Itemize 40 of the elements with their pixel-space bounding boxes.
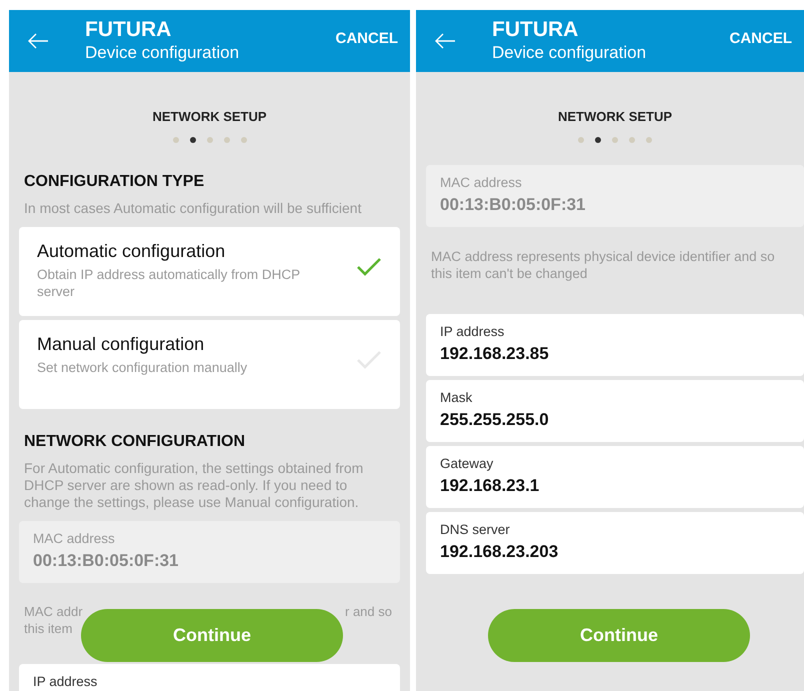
input-field[interactable]: Mask 255.255.255.0 (426, 380, 804, 442)
note-text: this item (24, 620, 72, 637)
input-field[interactable]: Gateway 192.168.23.1 (426, 446, 804, 508)
section-description: In most cases Automatic configuration will be sufficient (23, 200, 362, 217)
field-label: MAC address (440, 175, 523, 190)
app-subtitle: Device configuration (85, 42, 240, 64)
field-label: MAC address (33, 531, 116, 546)
option-description: Obtain IP address automatically from DHCP server (37, 266, 301, 300)
field-label: IP address (440, 324, 506, 339)
option-title: Automatic configuration (37, 241, 226, 262)
field-value: 00:13:B0:05:0F:31 (440, 195, 587, 215)
field-value: 192.168.23.203 (440, 542, 560, 562)
field-label: IP address (33, 674, 98, 689)
field-value: 192.168.23.1 (440, 476, 540, 496)
note-text: MAC address represents physical device identifier and so this item can't be changed (430, 248, 776, 282)
option-card[interactable]: Automatic configuration Obtain IP address automatically from DHCP server (19, 227, 400, 316)
note-text: r and so (345, 603, 392, 620)
field-value: 255.255.255.0 (440, 410, 550, 430)
field-label: Gateway (440, 456, 494, 471)
app-title: FUTURA (492, 18, 580, 42)
option-description: Set network configuration manually (37, 359, 248, 376)
section-heading: CONFIGURATION TYPE (23, 173, 206, 191)
step-title: NETWORK SETUP (556, 109, 674, 124)
section-description: For Automatic configuration, the settings obtained from DHCP server are shown as read-only. If you need to change the settings, please use Manual configuration. (23, 460, 364, 511)
step-title: NETWORK SETUP (151, 109, 268, 124)
back-arrow-icon[interactable] (434, 33, 456, 49)
section-heading: NETWORK CONFIGURATION (23, 433, 246, 451)
input-field[interactable]: IP address 192.168.23.85 (426, 314, 804, 376)
field-value: 00:13:B0:05:0F:31 (33, 551, 180, 571)
option-card[interactable]: Manual configuration Set network configuration manually (19, 320, 400, 409)
app-title: FUTURA (85, 18, 172, 42)
field-label: Mask (440, 390, 474, 405)
note-text: MAC addr (24, 603, 83, 620)
option-title: Manual configuration (37, 334, 206, 355)
app-subtitle: Device configuration (492, 42, 648, 64)
input-field[interactable]: DNS server 192.168.23.203 (426, 512, 804, 574)
back-arrow-icon[interactable] (27, 33, 49, 49)
input-field[interactable]: IP address (19, 664, 400, 691)
field-label: DNS server (440, 522, 511, 537)
field-value: 192.168.23.85 (440, 344, 550, 364)
